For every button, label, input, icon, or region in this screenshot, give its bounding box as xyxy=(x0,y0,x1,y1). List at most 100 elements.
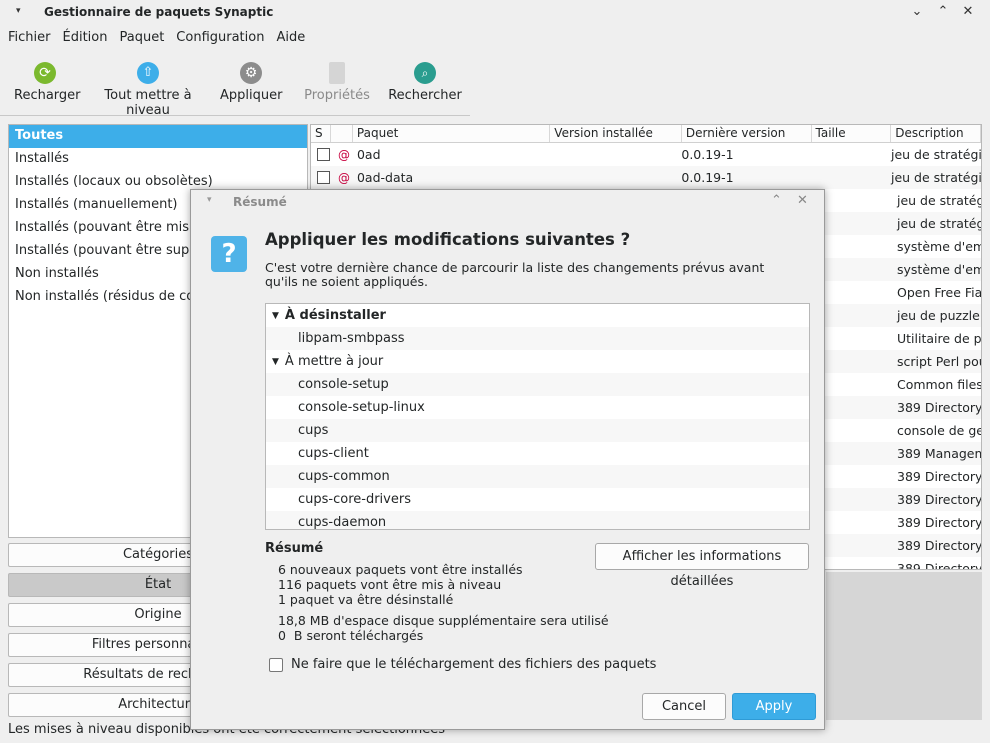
col-size[interactable]: Taille xyxy=(812,125,892,142)
package-description: 389 Directory S xyxy=(897,515,982,530)
package-description: 389 Managem xyxy=(897,446,982,461)
tree-item[interactable]: cups-client xyxy=(266,442,809,465)
window-menu-icon[interactable]: ▾ xyxy=(16,6,21,16)
tree-item[interactable]: libpam-smbpass xyxy=(266,327,809,350)
package-description: 389 Directory A xyxy=(897,400,982,415)
changes-tree: ▼ À désinstaller libpam-smbpass ▼ À mettre… xyxy=(265,303,810,530)
download-only-option[interactable]: Ne faire que le téléchargement des fichi… xyxy=(269,657,656,672)
dialog-title: Résumé xyxy=(233,195,287,209)
apply-toolbar-button[interactable]: ⚙ Appliquer xyxy=(220,62,282,103)
tree-item[interactable]: cups xyxy=(266,419,809,442)
package-name: 0ad xyxy=(356,147,381,162)
summary-line: 18,8 MB d'espace disque supplémentaire s… xyxy=(278,613,609,628)
reload-label: Recharger xyxy=(14,88,81,103)
reload-icon: ⟳ xyxy=(34,62,56,84)
properties-label: Propriétés xyxy=(304,88,370,103)
package-description: Utilitaire de pir xyxy=(897,331,982,346)
search-button[interactable]: ⌕ Rechercher xyxy=(388,62,462,103)
menu-paquet[interactable]: Paquet xyxy=(119,26,164,50)
properties-button[interactable]: Propriétés xyxy=(302,62,372,103)
package-description: Common files xyxy=(897,377,982,392)
apply-toolbar-label: Appliquer xyxy=(220,88,283,103)
summary-title: Résumé xyxy=(265,541,324,556)
tree-group-remove[interactable]: ▼ À désinstaller xyxy=(266,304,809,327)
expand-arrow-icon[interactable]: ▼ xyxy=(272,311,279,321)
dialog-close-icon[interactable]: ✕ xyxy=(797,193,808,208)
dialog-menu-icon[interactable]: ▾ xyxy=(207,195,212,205)
package-description: 389 Directory S xyxy=(897,492,982,507)
menu-edition[interactable]: Édition xyxy=(63,26,108,50)
apply-button[interactable]: Apply xyxy=(732,693,816,720)
minimize-icon[interactable]: ⌄ xyxy=(908,4,926,19)
menubar: Fichier Édition Paquet Configuration Aid… xyxy=(0,26,990,50)
table-row[interactable]: @ 0ad-data 0.0.19-1 jeu de stratégie xyxy=(311,166,981,189)
download-only-label: Ne faire que le téléchargement des fichi… xyxy=(291,657,657,672)
latest-version: 0.0.19-1 xyxy=(681,170,734,185)
latest-version: 0.0.19-1 xyxy=(681,147,734,162)
package-description: système d'emp xyxy=(897,239,981,254)
col-installed-version[interactable]: Version installée xyxy=(550,125,682,142)
window-title: Gestionnaire de paquets Synaptic xyxy=(44,5,274,19)
dialog-subtext: C'est votre dernière chance de parcourir… xyxy=(265,260,765,289)
package-description: jeu de stratégie xyxy=(897,216,981,231)
col-description[interactable]: Description xyxy=(891,125,981,142)
menu-fichier[interactable]: Fichier xyxy=(8,26,51,50)
tree-item[interactable]: cups-core-drivers xyxy=(266,488,809,511)
summary-dialog: ▾ Résumé ⌃ ✕ ? Appliquer les modificatio… xyxy=(190,189,825,730)
package-checkbox[interactable] xyxy=(317,148,330,161)
col-status[interactable]: S xyxy=(311,125,331,142)
package-description: 389 Directory S xyxy=(897,469,982,484)
cancel-button[interactable]: Cancel xyxy=(642,693,726,720)
package-description: jeu de puzzle r xyxy=(897,308,982,323)
filter-item[interactable]: Installés xyxy=(9,148,307,171)
package-details-pane xyxy=(826,572,982,720)
tree-item[interactable]: cups-common xyxy=(266,465,809,488)
package-description: script Perl pou xyxy=(897,354,982,369)
gears-icon: ⚙ xyxy=(240,62,262,84)
package-checkbox[interactable] xyxy=(317,171,330,184)
show-details-button[interactable]: Afficher les informations détaillées xyxy=(595,543,809,589)
debian-icon: @ xyxy=(337,170,350,185)
dialog-maximize-icon[interactable]: ⌃ xyxy=(771,193,782,208)
expand-arrow-icon[interactable]: ▼ xyxy=(272,357,279,367)
upgrade-all-button[interactable]: ⇧ Tout mettre à niveau xyxy=(86,62,210,118)
summary-line: 6 nouveaux paquets vont être installés xyxy=(278,562,523,577)
table-row[interactable]: @ 0ad 0.0.19-1 jeu de stratégie xyxy=(311,143,981,166)
summary-lines: 6 nouveaux paquets vont être installés 1… xyxy=(278,562,609,643)
reload-button[interactable]: ⟳ Recharger xyxy=(14,62,81,103)
properties-icon xyxy=(329,62,345,84)
menu-configuration[interactable]: Configuration xyxy=(176,26,264,50)
search-icon: ⌕ xyxy=(414,62,436,84)
tree-item[interactable]: console-setup-linux xyxy=(266,396,809,419)
col-latest-version[interactable]: Dernière version xyxy=(682,125,812,142)
package-description: jeu de stratégie xyxy=(891,147,982,162)
menu-aide[interactable]: Aide xyxy=(276,26,305,50)
table-header: S Paquet Version installée Dernière vers… xyxy=(311,125,981,143)
window-titlebar: ▾ Gestionnaire de paquets Synaptic ⌄ ⌃ ✕ xyxy=(0,0,990,26)
col-package[interactable]: Paquet xyxy=(353,125,551,142)
package-description: jeu de stratégie xyxy=(891,170,982,185)
package-description: 389 Directory S xyxy=(897,538,982,553)
maximize-icon[interactable]: ⌃ xyxy=(934,4,952,19)
toolbar: ⟳ Recharger ⇧ Tout mettre à niveau ⚙ App… xyxy=(0,56,470,118)
upgrade-icon: ⇧ xyxy=(137,62,159,84)
dialog-titlebar: ▾ Résumé ⌃ ✕ xyxy=(191,190,824,214)
dialog-heading: Appliquer les modifications suivantes ? xyxy=(265,230,631,249)
search-label: Rechercher xyxy=(388,88,462,103)
col-support[interactable] xyxy=(331,125,353,142)
package-description: Open Free Fias xyxy=(897,285,982,300)
filter-item[interactable]: Toutes xyxy=(9,125,307,148)
package-description: console de ges xyxy=(897,423,982,438)
close-icon[interactable]: ✕ xyxy=(959,4,977,19)
download-only-checkbox[interactable] xyxy=(269,657,283,672)
package-description: 389 Directory S xyxy=(897,561,982,570)
tree-group-upgrade[interactable]: ▼ À mettre à jour xyxy=(266,350,809,373)
tree-item[interactable]: console-setup xyxy=(266,373,809,396)
summary-line: 0 B seront téléchargés xyxy=(278,628,424,643)
debian-icon: @ xyxy=(337,147,350,162)
tree-item[interactable]: cups-daemon xyxy=(266,511,809,529)
summary-line: 116 paquets vont être mis à niveau xyxy=(278,577,502,592)
summary-line: 1 paquet va être désinstallé xyxy=(278,592,454,607)
package-description: système d'emp xyxy=(897,262,981,277)
package-description: jeu de stratégie xyxy=(897,193,981,208)
